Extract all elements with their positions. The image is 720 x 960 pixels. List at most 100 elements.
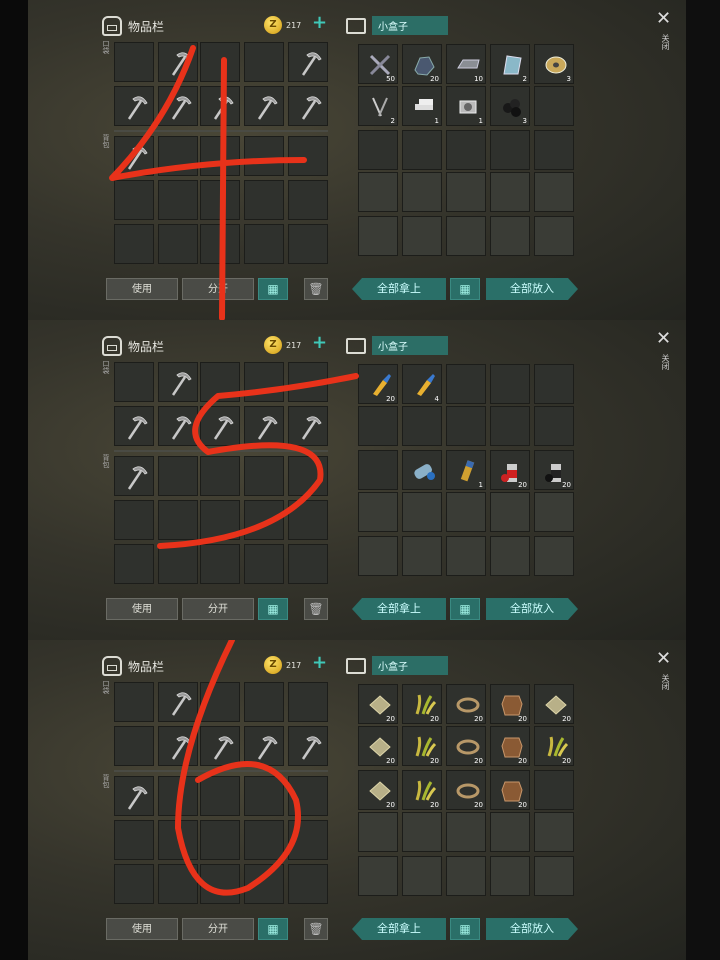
- box-slot[interactable]: 20: [534, 726, 574, 766]
- box-slot[interactable]: 20: [402, 770, 442, 810]
- inventory-slot[interactable]: [114, 726, 154, 766]
- inventory-slot[interactable]: [158, 224, 198, 264]
- box-slot[interactable]: [490, 130, 530, 170]
- inventory-slot[interactable]: [288, 776, 328, 816]
- box-slot[interactable]: 20: [490, 684, 530, 724]
- box-sort-button[interactable]: ▦: [450, 598, 480, 620]
- inventory-slot[interactable]: [288, 406, 328, 446]
- box-slot[interactable]: [358, 492, 398, 532]
- box-slot[interactable]: [402, 406, 442, 446]
- box-slot[interactable]: 20: [446, 770, 486, 810]
- inventory-slot[interactable]: [288, 820, 328, 860]
- add-coins-button[interactable]: +: [312, 332, 327, 353]
- box-slot[interactable]: [534, 172, 574, 212]
- trash-icon[interactable]: 🗑: [304, 598, 328, 620]
- box-slot[interactable]: [534, 364, 574, 404]
- box-slot[interactable]: 1: [402, 86, 442, 126]
- inventory-slot[interactable]: [244, 180, 284, 220]
- inventory-slot[interactable]: [114, 180, 154, 220]
- box-slot[interactable]: 20: [490, 726, 530, 766]
- inventory-slot[interactable]: [244, 500, 284, 540]
- put-all-button[interactable]: 全部放入: [486, 278, 578, 300]
- inventory-slot[interactable]: [288, 500, 328, 540]
- inventory-slot[interactable]: [244, 864, 284, 904]
- box-slot[interactable]: [534, 492, 574, 532]
- inventory-slot[interactable]: [200, 180, 240, 220]
- inventory-slot[interactable]: [288, 362, 328, 402]
- inventory-slot[interactable]: [244, 362, 284, 402]
- box-slot[interactable]: [446, 216, 486, 256]
- inventory-slot[interactable]: [158, 86, 198, 126]
- box-slot[interactable]: [534, 770, 574, 810]
- box-slot[interactable]: [490, 492, 530, 532]
- take-all-button[interactable]: 全部拿上: [352, 918, 446, 940]
- box-slot[interactable]: [358, 812, 398, 852]
- box-slot[interactable]: 20: [358, 684, 398, 724]
- inventory-slot[interactable]: [200, 682, 240, 722]
- inventory-slot[interactable]: [244, 456, 284, 496]
- inventory-slot[interactable]: [114, 136, 154, 176]
- inventory-slot[interactable]: [244, 820, 284, 860]
- inventory-slot[interactable]: [288, 180, 328, 220]
- box-slot[interactable]: [446, 172, 486, 212]
- inventory-slot[interactable]: [288, 456, 328, 496]
- box-slot[interactable]: [402, 492, 442, 532]
- inventory-slot[interactable]: [200, 406, 240, 446]
- inventory-slot[interactable]: [114, 406, 154, 446]
- split-button[interactable]: 分开: [182, 278, 254, 300]
- box-slot[interactable]: [490, 406, 530, 446]
- box-slot[interactable]: 1: [446, 450, 486, 490]
- box-slot[interactable]: [490, 172, 530, 212]
- inventory-slot[interactable]: [114, 42, 154, 82]
- inventory-slot[interactable]: [244, 544, 284, 584]
- inventory-slot[interactable]: [200, 820, 240, 860]
- box-slot[interactable]: [358, 172, 398, 212]
- inventory-slot[interactable]: [158, 180, 198, 220]
- close-icon[interactable]: ✕: [656, 8, 671, 29]
- inventory-slot[interactable]: [114, 500, 154, 540]
- inventory-slot[interactable]: [114, 86, 154, 126]
- inventory-slot[interactable]: [158, 500, 198, 540]
- box-slot[interactable]: [534, 856, 574, 896]
- inventory-slot[interactable]: [158, 682, 198, 722]
- box-slot[interactable]: [446, 856, 486, 896]
- box-slot[interactable]: [402, 216, 442, 256]
- box-slot[interactable]: 20: [402, 44, 442, 84]
- box-slot[interactable]: 10: [446, 44, 486, 84]
- inventory-slot[interactable]: [200, 362, 240, 402]
- box-slot[interactable]: 4: [402, 364, 442, 404]
- close-label[interactable]: 关闭: [660, 354, 671, 370]
- inventory-slot[interactable]: [200, 136, 240, 176]
- inventory-slot[interactable]: [288, 42, 328, 82]
- inventory-slot[interactable]: [244, 86, 284, 126]
- box-slot[interactable]: [446, 536, 486, 576]
- box-slot[interactable]: [358, 130, 398, 170]
- box-slot[interactable]: 20: [490, 770, 530, 810]
- box-slot[interactable]: 20: [490, 450, 530, 490]
- box-slot[interactable]: [446, 406, 486, 446]
- box-slot[interactable]: [358, 450, 398, 490]
- sort-grid-button[interactable]: ▦: [258, 598, 288, 620]
- inventory-slot[interactable]: [244, 776, 284, 816]
- box-slot[interactable]: 3: [534, 44, 574, 84]
- put-all-button[interactable]: 全部放入: [486, 598, 578, 620]
- inventory-slot[interactable]: [200, 544, 240, 584]
- box-slot[interactable]: 20: [358, 364, 398, 404]
- box-slot[interactable]: [446, 130, 486, 170]
- inventory-slot[interactable]: [288, 864, 328, 904]
- close-icon[interactable]: ✕: [656, 328, 671, 349]
- close-label[interactable]: 关闭: [660, 674, 671, 690]
- box-slot[interactable]: [446, 492, 486, 532]
- box-slot[interactable]: [446, 812, 486, 852]
- box-slot[interactable]: [358, 406, 398, 446]
- box-slot[interactable]: [534, 86, 574, 126]
- box-slot[interactable]: [490, 364, 530, 404]
- inventory-slot[interactable]: [114, 224, 154, 264]
- box-slot[interactable]: [402, 536, 442, 576]
- box-slot[interactable]: 1: [446, 86, 486, 126]
- inventory-slot[interactable]: [114, 544, 154, 584]
- inventory-slot[interactable]: [158, 456, 198, 496]
- inventory-slot[interactable]: [288, 682, 328, 722]
- inventory-slot[interactable]: [244, 136, 284, 176]
- box-slot[interactable]: [534, 536, 574, 576]
